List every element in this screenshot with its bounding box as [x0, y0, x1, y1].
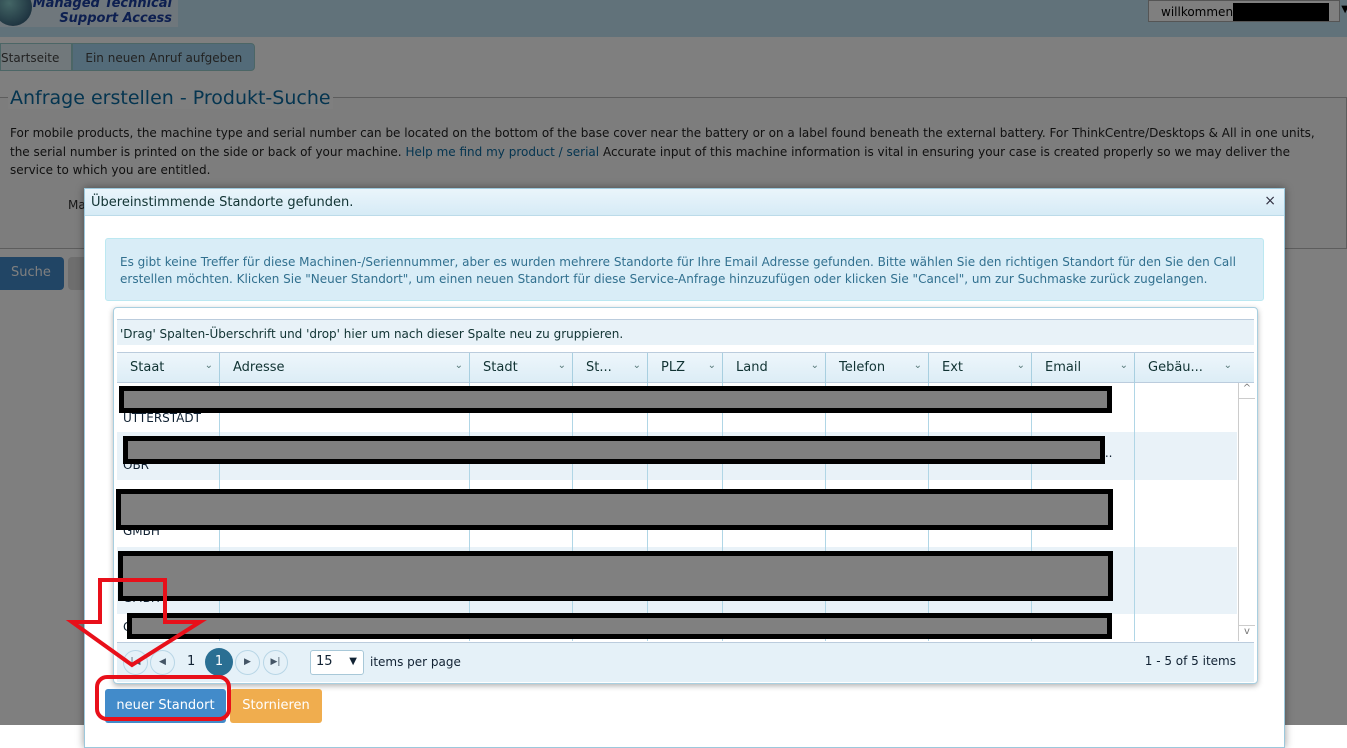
red-arrow-annotation	[65, 578, 207, 668]
annotation-overlay	[65, 578, 231, 721]
red-highlight-annotation	[95, 675, 231, 721]
